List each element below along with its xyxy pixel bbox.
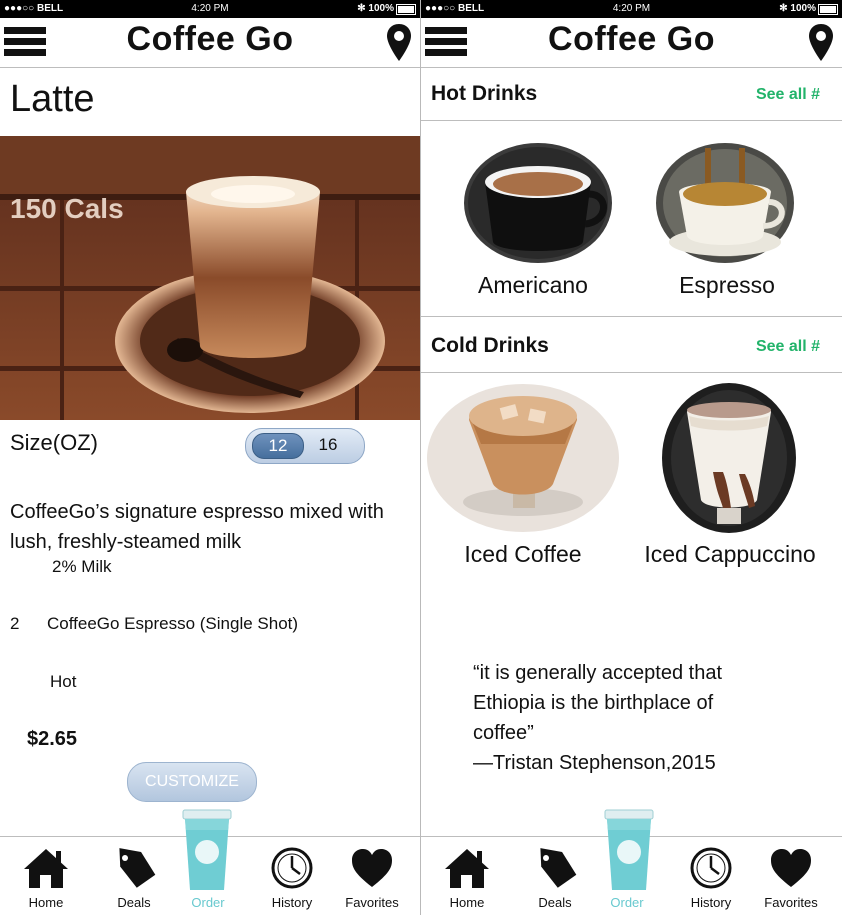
cup-icon[interactable] bbox=[182, 808, 232, 892]
cold-see-all-link[interactable]: See all # bbox=[756, 338, 820, 356]
iced-coffee-image[interactable] bbox=[425, 380, 621, 534]
map-pin-icon[interactable] bbox=[386, 23, 412, 63]
battery-label: ✻ 100% bbox=[357, 3, 394, 14]
price-label: $2.65 bbox=[27, 728, 78, 750]
nav-history-label: History bbox=[271, 895, 313, 910]
app-bar: Coffee Go bbox=[0, 18, 420, 68]
espresso-label[interactable]: Espresso bbox=[647, 272, 807, 299]
heart-icon bbox=[352, 849, 392, 887]
nav-home[interactable]: Home bbox=[6, 837, 86, 915]
quote-line-1: “it is generally accepted that bbox=[473, 662, 723, 684]
iced-cappuccino-label[interactable]: Iced Cappuccino bbox=[627, 541, 833, 568]
shot-option: CoffeeGo Espresso (Single Shot) bbox=[47, 614, 299, 633]
hot-see-all-link[interactable]: See all # bbox=[756, 86, 820, 104]
nav-order-label: Order bbox=[610, 895, 644, 910]
quote-line-3: coffee” bbox=[473, 722, 534, 744]
drink-description: CoffeeGo’s signature espresso mixed with… bbox=[10, 501, 384, 553]
battery-icon bbox=[396, 4, 416, 15]
hot-drinks-title: Hot Drinks bbox=[431, 82, 538, 105]
nav-home[interactable]: Home bbox=[427, 837, 507, 915]
cup-icon[interactable] bbox=[604, 808, 654, 892]
nav-deals[interactable]: Deals bbox=[515, 837, 595, 915]
iced-coffee-label[interactable]: Iced Coffee bbox=[443, 541, 603, 568]
calories-label: 150 Cals bbox=[10, 193, 124, 224]
clock-icon bbox=[271, 847, 313, 889]
map-pin-icon[interactable] bbox=[808, 23, 834, 63]
nav-order-label: Order bbox=[191, 895, 225, 910]
heart-icon bbox=[771, 849, 811, 887]
coffee-quote: “it is generally accepted that Ethiopia … bbox=[473, 658, 813, 778]
app-title: Coffee Go bbox=[126, 20, 294, 58]
nav-history-label: History bbox=[690, 895, 732, 910]
milk-option: 2% Milk bbox=[52, 557, 112, 576]
nav-history[interactable]: History bbox=[671, 837, 751, 915]
nav-favorites-label: Favorites bbox=[764, 895, 818, 910]
tag-icon bbox=[119, 848, 156, 888]
nav-favorites-label: Favorites bbox=[345, 895, 399, 910]
tag-icon bbox=[540, 848, 577, 888]
size-toggle[interactable]: 12 16 bbox=[245, 428, 365, 464]
house-icon bbox=[24, 849, 68, 888]
cold-drinks-header: Cold Drinks See all # bbox=[421, 320, 842, 373]
size-label: Size(OZ) bbox=[10, 430, 98, 455]
customize-button[interactable]: CUSTOMIZE bbox=[127, 762, 257, 802]
drink-title: Latte bbox=[10, 78, 95, 120]
nav-history[interactable]: History bbox=[252, 837, 332, 915]
quote-attribution: —Tristan Stephenson,2015 bbox=[473, 752, 716, 774]
size-option-12[interactable]: 12 bbox=[252, 433, 304, 459]
status-bar: ●●●○○ BELL 4:20 PM ✻ 100% bbox=[0, 0, 420, 18]
nav-deals-label: Deals bbox=[538, 895, 572, 910]
status-bar: ●●●○○ BELL 4:20 PM ✻ 100% bbox=[421, 0, 842, 18]
nav-home-label: Home bbox=[449, 895, 485, 910]
section-divider bbox=[421, 316, 842, 317]
shot-count: 2 bbox=[10, 614, 20, 633]
quote-line-2: Ethiopia is the birthplace of bbox=[473, 692, 714, 714]
temperature-option: Hot bbox=[50, 672, 77, 691]
latte-photo bbox=[0, 136, 420, 420]
cold-drinks-title: Cold Drinks bbox=[431, 334, 549, 357]
americano-label[interactable]: Americano bbox=[453, 272, 613, 299]
americano-image[interactable] bbox=[463, 142, 613, 264]
menu-screen: ●●●○○ BELL 4:20 PM ✻ 100% Coffee Go Hot … bbox=[421, 0, 842, 915]
battery-label: ✻ 100% bbox=[779, 3, 816, 14]
espresso-image[interactable] bbox=[655, 142, 795, 264]
nav-deals-label: Deals bbox=[117, 895, 151, 910]
app-bar: Coffee Go bbox=[421, 18, 842, 68]
nav-favorites[interactable]: Favorites bbox=[332, 837, 412, 915]
drink-detail-screen: ●●●○○ BELL 4:20 PM ✻ 100% Coffee Go Latt… bbox=[0, 0, 421, 915]
iced-cappuccino-image[interactable] bbox=[661, 382, 797, 534]
hot-drinks-header: Hot Drinks See all # bbox=[421, 68, 842, 121]
house-icon bbox=[445, 849, 489, 888]
app-title: Coffee Go bbox=[548, 20, 715, 58]
nav-deals[interactable]: Deals bbox=[94, 837, 174, 915]
size-option-16[interactable]: 16 bbox=[308, 433, 348, 457]
clock-icon bbox=[690, 847, 732, 889]
battery-icon bbox=[818, 4, 838, 15]
nav-favorites[interactable]: Favorites bbox=[751, 837, 831, 915]
nav-home-label: Home bbox=[28, 895, 64, 910]
